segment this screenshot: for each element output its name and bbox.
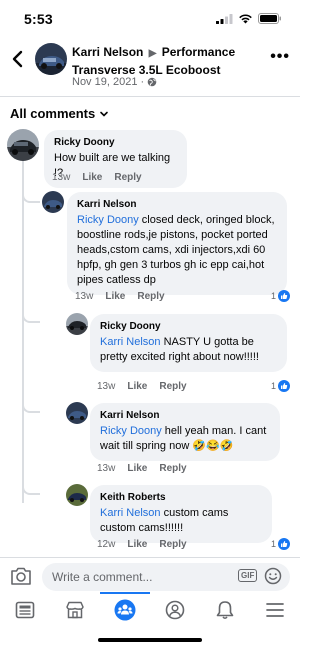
- comment-time: 12w: [97, 539, 116, 550]
- status-icons: [216, 13, 282, 24]
- status-time: 5:53: [24, 11, 53, 27]
- comment-composer: GIF: [0, 557, 300, 595]
- avatar[interactable]: [7, 129, 39, 161]
- thread-connector: [22, 185, 40, 203]
- comment-author[interactable]: Karri Nelson: [100, 409, 270, 422]
- globe-icon: [147, 77, 157, 87]
- comment-time: 13w: [52, 172, 71, 183]
- comment-bubble: Karri Nelson Ricky Doony hell yeah man. …: [90, 403, 280, 461]
- like-button[interactable]: Like: [127, 381, 147, 392]
- like-button[interactable]: Like: [127, 463, 147, 474]
- nav-profile[interactable]: [150, 595, 200, 625]
- reply-button[interactable]: Reply: [159, 381, 186, 392]
- thumbs-up-icon: [278, 290, 291, 302]
- nav-groups[interactable]: [100, 595, 150, 625]
- reaction-number: 1: [271, 381, 277, 391]
- like-button[interactable]: Like: [127, 539, 147, 550]
- groups-icon: [114, 599, 136, 621]
- emoji-smiley-icon[interactable]: [264, 567, 282, 585]
- reaction-number: 1: [271, 291, 277, 301]
- reaction-count[interactable]: 1: [271, 380, 291, 392]
- avatar[interactable]: [66, 313, 88, 335]
- reaction-number: 1: [271, 539, 277, 549]
- reaction-count[interactable]: 1: [271, 538, 291, 550]
- header-divider: [0, 96, 300, 97]
- active-tab-indicator: [100, 592, 150, 594]
- emoji-reaction-text: 🤣😂🤣: [192, 440, 234, 452]
- comment-actions: 13w Like Reply: [97, 381, 187, 392]
- comment-time: 13w: [75, 291, 94, 302]
- gif-button[interactable]: GIF: [238, 569, 258, 582]
- thread-line: [22, 160, 24, 503]
- comment-bubble: Keith Roberts Karri Nelson custom cams c…: [90, 485, 272, 543]
- comment-text: Ricky Doony closed deck, oringed block, …: [77, 213, 277, 288]
- post-author[interactable]: Karri Nelson: [72, 45, 143, 59]
- thumbs-up-icon: [278, 538, 291, 550]
- comment-bubble: Karri Nelson Ricky Doony closed deck, or…: [67, 192, 287, 295]
- status-bar: 5:53: [0, 0, 300, 36]
- mention-link[interactable]: Karri Nelson: [100, 507, 161, 519]
- comment-text: Karri Nelson NASTY U gotta be pretty exc…: [100, 335, 277, 365]
- post-date: Nov 19, 2021 ·: [72, 76, 157, 88]
- home-indicator[interactable]: [98, 638, 202, 642]
- mention-link[interactable]: Ricky Doony: [100, 425, 162, 437]
- signal-icon: [216, 14, 233, 24]
- comment-filter-label: All comments: [10, 106, 96, 121]
- comment-actions: 13w Like Reply: [52, 172, 142, 183]
- menu-icon: [266, 603, 284, 617]
- reaction-count[interactable]: 1: [271, 290, 291, 302]
- avatar[interactable]: [66, 484, 88, 506]
- avatar[interactable]: [66, 402, 88, 424]
- nav-notifications[interactable]: [200, 595, 250, 625]
- mention-link[interactable]: Karri Nelson: [100, 336, 161, 348]
- caret-right-icon: ▶: [148, 48, 157, 59]
- nav-menu[interactable]: [250, 595, 300, 625]
- comment-actions: 13w Like Reply: [97, 463, 187, 474]
- comment-text: Ricky Doony hell yeah man. I cant wait t…: [100, 424, 270, 454]
- marketplace-icon: [66, 601, 84, 619]
- comment-author[interactable]: Ricky Doony: [54, 136, 177, 149]
- reply-button[interactable]: Reply: [159, 463, 186, 474]
- profile-icon: [165, 600, 185, 620]
- thread-connector: [22, 395, 40, 413]
- thread-connector: [22, 477, 40, 495]
- comment-author[interactable]: Keith Roberts: [100, 491, 262, 504]
- wifi-icon: [239, 14, 252, 24]
- nav-marketplace[interactable]: [50, 595, 100, 625]
- reply-button[interactable]: Reply: [137, 291, 164, 302]
- comment-time: 13w: [97, 463, 116, 474]
- thumbs-up-icon: [278, 380, 291, 392]
- like-button[interactable]: Like: [105, 291, 125, 302]
- post-header: Karri Nelson ▶ Performance Transverse 3.…: [0, 36, 300, 96]
- comment-author[interactable]: Ricky Doony: [100, 320, 277, 333]
- comment-actions: 13w Like Reply: [75, 291, 165, 302]
- bottom-navigation: [0, 592, 300, 625]
- chevron-down-icon: [100, 111, 109, 117]
- thread-connector: [22, 305, 40, 323]
- battery-icon: [258, 13, 281, 24]
- post-date-text: Nov 19, 2021 ·: [72, 76, 145, 88]
- comment-filter-dropdown[interactable]: All comments: [10, 106, 109, 121]
- reply-button[interactable]: Reply: [159, 539, 186, 550]
- mention-link[interactable]: Ricky Doony: [77, 214, 139, 226]
- author-avatar[interactable]: [35, 43, 67, 75]
- camera-icon[interactable]: [10, 566, 32, 586]
- comment-bubble: Ricky Doony Karri Nelson NASTY U gotta b…: [90, 314, 287, 372]
- like-button[interactable]: Like: [82, 172, 102, 183]
- nav-news-feed[interactable]: [0, 595, 50, 625]
- comment-text: Karri Nelson custom cams custom cams!!!!…: [100, 506, 262, 536]
- avatar[interactable]: [42, 191, 64, 213]
- reply-button[interactable]: Reply: [114, 172, 141, 183]
- comment-time: 13w: [97, 381, 116, 392]
- notifications-bell-icon: [216, 601, 234, 619]
- post-title[interactable]: Karri Nelson ▶ Performance Transverse 3.…: [72, 44, 260, 78]
- comment-actions: 12w Like Reply: [97, 539, 187, 550]
- back-arrow-icon[interactable]: [8, 49, 28, 69]
- news-feed-icon: [15, 601, 35, 619]
- more-options-icon[interactable]: •••: [270, 48, 290, 66]
- comment-author[interactable]: Karri Nelson: [77, 198, 277, 211]
